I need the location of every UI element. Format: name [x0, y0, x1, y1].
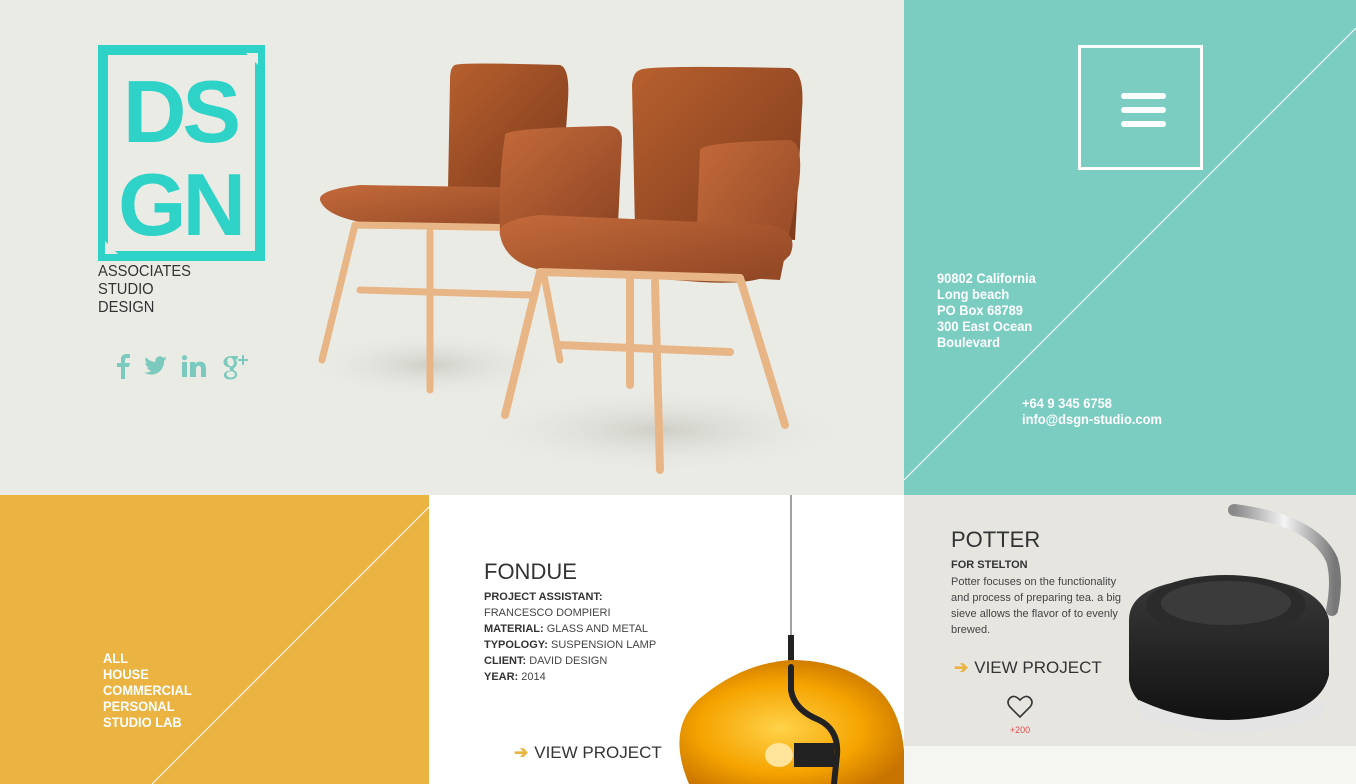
phone-number[interactable]: +64 9 345 6758	[1022, 395, 1162, 411]
address-line-3: PO Box 68789	[937, 302, 1023, 318]
spec-value: SUSPENSION LAMP	[551, 639, 657, 651]
filter-item-house[interactable]: HOUSE	[103, 666, 199, 682]
address-line-4: 300 East Ocean	[937, 318, 1033, 334]
spec-label: CLIENT:	[484, 655, 527, 667]
tagline-line-3: DESIGN	[98, 299, 155, 316]
view-project-button[interactable]: ➔ VIEW PROJECT	[954, 658, 1102, 678]
brand-tagline: ASSOCIATES STUDIO DESIGN	[98, 263, 199, 317]
view-project-label: VIEW PROJECT	[974, 658, 1102, 677]
address-line-2: Long beach	[937, 286, 1010, 302]
project-client: FOR STELTON	[951, 559, 1028, 571]
menu-button[interactable]	[1078, 45, 1203, 170]
address-block: 90802 California Long beach PO Box 68789…	[937, 270, 1044, 350]
filter-item-commercial-label: COMMERCIAL	[103, 682, 192, 698]
social-links	[116, 352, 248, 385]
contact-details: +64 9 345 6758 info@dsgn-studio.com	[1022, 395, 1174, 427]
filter-item-personal[interactable]: PERSONAL	[103, 698, 199, 714]
filter-item-studio-lab[interactable]: STUDIO LAB	[103, 714, 199, 730]
filter-diagonal-line	[151, 506, 429, 784]
spec-value: 2014	[521, 671, 546, 683]
spec-row: TYPOLOGY: SUSPENSION LAMP	[484, 637, 664, 653]
filter-item-all-label: ALL	[103, 650, 129, 666]
spec-value: FRANCESCO DOMPIERI	[484, 607, 611, 619]
spec-row: CLIENT: DAVID DESIGN	[484, 653, 664, 669]
spec-row: YEAR: 2014	[484, 669, 664, 685]
arrow-right-icon: ➔	[514, 743, 529, 762]
spec-row: PROJECT ASSISTANT: FRANCESCO DOMPIERI	[484, 589, 664, 621]
hamburger-icon-bar-3	[1121, 121, 1166, 127]
svg-text:GN: GN	[118, 155, 242, 254]
arrow-right-icon: ➔	[954, 658, 969, 677]
heart-icon	[1007, 695, 1033, 719]
tagline-line-1: ASSOCIATES	[98, 263, 191, 280]
spec-label: MATERIAL:	[484, 623, 544, 635]
google-plus-icon[interactable]	[220, 352, 248, 385]
hamburger-icon-bar-1	[1121, 93, 1166, 99]
hero-section: DS GN ASSOCIATES STUDIO DESIGN	[0, 0, 904, 495]
category-filter-list: ALL HOUSE COMMERCIAL PERSONAL STUDIO LAB	[103, 650, 199, 730]
hamburger-icon-bar-2	[1121, 107, 1166, 113]
teapot-image	[1129, 504, 1341, 734]
spec-label: PROJECT ASSISTANT:	[484, 591, 603, 603]
project-card-potter: POTTER FOR STELTON Potter focuses on the…	[904, 495, 1356, 746]
spec-value: DAVID DESIGN	[529, 655, 608, 667]
filter-item-commercial[interactable]: COMMERCIAL	[103, 682, 199, 698]
dsgn-logo[interactable]: DS GN	[98, 45, 265, 261]
filter-item-personal-label: PERSONAL	[103, 698, 175, 714]
spec-label: YEAR:	[484, 671, 519, 683]
next-project-strip	[904, 746, 1356, 784]
like-count: +200	[1009, 725, 1031, 735]
project-title: POTTER	[951, 527, 1041, 552]
like-button[interactable]: +200	[1007, 695, 1033, 735]
address-line-1: 90802 California	[937, 270, 1036, 286]
tagline-line-2: STUDIO	[98, 281, 154, 298]
facebook-icon[interactable]	[116, 353, 130, 384]
filter-item-all[interactable]: ALL	[103, 650, 199, 666]
category-filter-panel: ALL HOUSE COMMERCIAL PERSONAL STUDIO LAB	[0, 495, 429, 784]
spec-label: TYPOLOGY:	[484, 639, 548, 651]
view-project-label: VIEW PROJECT	[534, 743, 662, 762]
view-project-button[interactable]: ➔ VIEW PROJECT	[514, 743, 662, 763]
address-line-5: Boulevard	[937, 334, 1000, 350]
filter-item-studio-lab-label: STUDIO LAB	[103, 714, 182, 730]
linkedin-icon[interactable]	[181, 355, 206, 382]
project-card-fondue: FONDUE PROJECT ASSISTANT: FRANCESCO DOMP…	[429, 495, 904, 784]
contact-panel: 90802 California Long beach PO Box 68789…	[904, 0, 1356, 495]
pendant-lamp-image	[679, 495, 904, 784]
filter-item-house-label: HOUSE	[103, 666, 149, 682]
spec-row: MATERIAL: GLASS AND METAL	[484, 621, 664, 637]
svg-text:DS: DS	[123, 62, 239, 161]
project-description: Potter focuses on the functionality and …	[951, 576, 1122, 636]
chairs-image	[300, 63, 860, 475]
project-title: FONDUE	[484, 559, 577, 584]
spec-value: GLASS AND METAL	[546, 623, 649, 635]
email-link[interactable]: info@dsgn-studio.com	[1022, 411, 1162, 427]
project-specs: PROJECT ASSISTANT: FRANCESCO DOMPIERI MA…	[484, 589, 664, 685]
twitter-icon[interactable]	[144, 356, 168, 381]
